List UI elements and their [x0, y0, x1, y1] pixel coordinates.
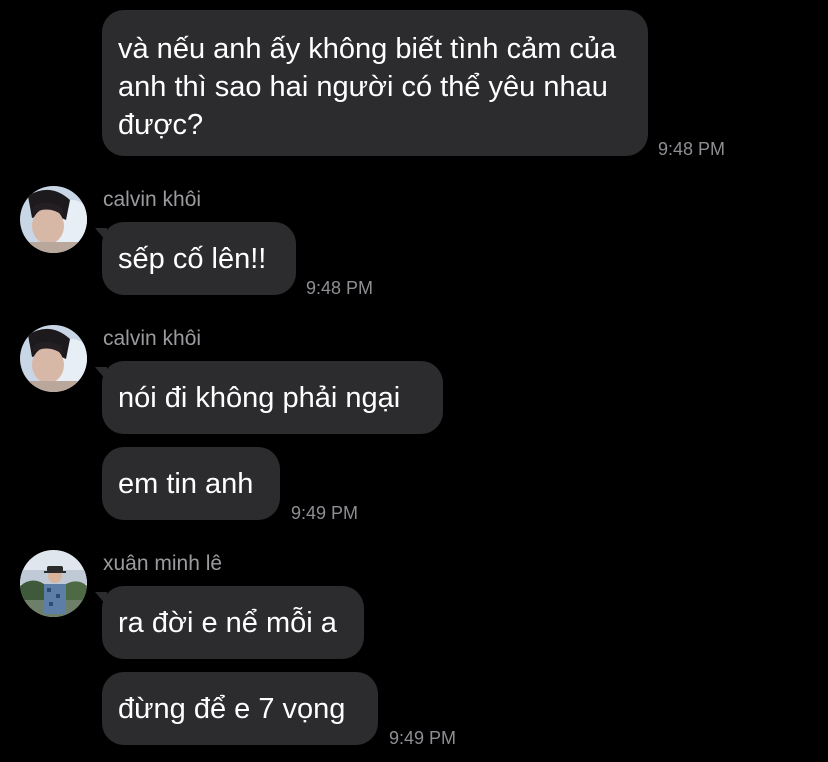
- bubble-tail: [95, 367, 107, 381]
- bubble-tail: [95, 592, 107, 606]
- avatar-calvin-khoi[interactable]: [20, 325, 87, 392]
- avatar-xuan-minh-le[interactable]: [20, 550, 87, 617]
- message-bubble-6[interactable]: đừng để e 7 vọng: [102, 672, 378, 745]
- message-bubble-1[interactable]: và nếu anh ấy không biết tình cảm của an…: [102, 10, 648, 156]
- message-bubble-3[interactable]: nói đi không phải ngại: [95, 361, 443, 434]
- message-bubble-5[interactable]: ra đời e nể mỗi a: [95, 586, 364, 659]
- message-text: sếp cố lên!!: [118, 242, 267, 275]
- avatar-calvin-khoi[interactable]: [20, 186, 87, 253]
- bubble-tail: [95, 228, 107, 242]
- message-timestamp: 9:48 PM: [306, 278, 374, 298]
- avatar-photo-icon: [20, 186, 87, 253]
- message-timestamp: 9:49 PM: [291, 503, 359, 523]
- message-text: đừng để e 7 vọng: [118, 692, 346, 725]
- message-timestamp: 9:49 PM: [389, 728, 457, 748]
- message-text: nói đi không phải ngại: [118, 381, 401, 414]
- avatar-photo-icon: [20, 325, 87, 392]
- message-bubble-4[interactable]: em tin anh: [102, 447, 280, 520]
- sender-name: calvin khôi: [103, 327, 202, 350]
- message-bubble-2[interactable]: sếp cố lên!!: [95, 222, 296, 295]
- message-text: và nếu anh ấy không biết tình cảm của an…: [118, 33, 617, 141]
- message-text: ra đời e nể mỗi a: [118, 606, 337, 639]
- message-text: em tin anh: [118, 467, 254, 500]
- sender-name: xuân minh lê: [103, 552, 223, 575]
- sender-name: calvin khôi: [103, 188, 202, 211]
- message-timestamp: 9:48 PM: [658, 139, 726, 159]
- avatar-photo-icon: [20, 550, 87, 617]
